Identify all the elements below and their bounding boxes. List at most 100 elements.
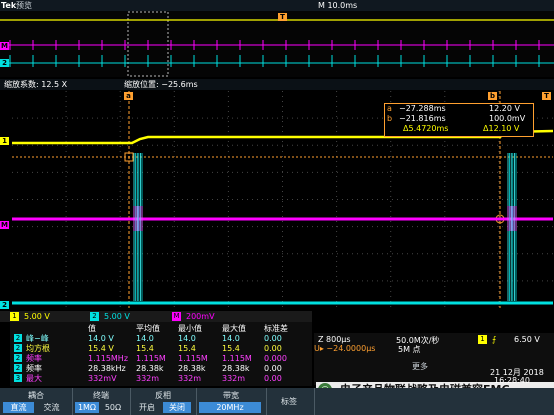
trigger-position-marker[interactable]: T (278, 13, 287, 21)
timebase-readout[interactable]: M 10.0ms (318, 0, 357, 11)
math-ground-marker[interactable]: M (0, 221, 9, 229)
top-status-bar: Tek 预览 M 10.0ms (0, 0, 554, 11)
measurement-cell: 0.00 (264, 374, 282, 383)
col-header-stddev: 标准差 (264, 324, 288, 333)
menu-bandwidth[interactable]: 带宽 20MHz (196, 388, 267, 415)
measurement-label: 均方根 (26, 344, 50, 353)
menu-option[interactable]: 20MHz (199, 402, 261, 413)
horizontal-offset: U▸ −24.0000μs (314, 344, 376, 353)
measurement-cell: 15.4 V (88, 344, 114, 353)
zoom-time-per-div: Z 800μs (318, 335, 351, 344)
measurement-cell: 332m (222, 374, 246, 383)
measurement-label: 频率 (26, 354, 42, 363)
ch2-overview-marker: 2 (0, 59, 9, 67)
ch1-scale[interactable]: 5.00 V (24, 311, 50, 322)
measurement-cell: 1.115M (178, 354, 208, 363)
math-badge[interactable]: M (172, 312, 181, 321)
cursor-readout-panel[interactable]: a −27.288ms 12.20 V b −21.816ms 100.0mV … (384, 103, 534, 137)
cursor-a-marker[interactable]: a (124, 92, 133, 100)
measurement-cell: 28.38k (136, 364, 164, 373)
measurement-source-badge: 2 (14, 354, 22, 362)
menu-option[interactable]: 开启 (133, 402, 161, 413)
ch2-scale[interactable]: 5.00 V (104, 311, 130, 322)
measurement-cell: 15.4 (136, 344, 154, 353)
menu-option[interactable]: 50Ω (101, 402, 125, 413)
trigger-marker[interactable]: T (542, 92, 551, 100)
menu-invert[interactable]: 反相开启 关闭 (130, 388, 197, 415)
trigger-slope-icon: ⨍ (492, 335, 497, 344)
menu-termination[interactable]: 终端 1MΩ 50Ω (72, 388, 131, 415)
measurement-table[interactable]: 值 平均值 最小值 最大值 标准差 2 峰−峰 14.0 V 14.0 14.0 14.0… (10, 322, 312, 386)
measurement-cell: 14.0 (222, 334, 240, 343)
measurement-source-badge: 2 (14, 334, 22, 342)
ch1-ground-marker[interactable]: 1 (0, 137, 9, 145)
measurement-cell: 15.4 (222, 344, 240, 353)
measurement-row[interactable]: 3 最大 332mV 332m 332m 332m 0.00 (10, 374, 312, 383)
ch2-ground-marker[interactable]: 2 (0, 301, 9, 309)
acquisition-info-panel[interactable]: Z 800μs U▸ −24.0000μs 50.0M次/秒 5M 点 1 ⨍ … (314, 333, 554, 385)
measurement-cell: 14.0 V (88, 334, 114, 343)
measurement-cell: 0.00 (264, 344, 282, 353)
ch2-badge[interactable]: 2 (90, 312, 99, 321)
cursor-b-marker[interactable]: b (488, 92, 497, 100)
measurement-row[interactable]: 2 均方根 15.4 V 15.4 15.4 15.4 0.00 (10, 344, 312, 353)
col-header-min: 最小值 (178, 324, 202, 333)
cursor-delta-time: Δ5.4720ms (403, 124, 449, 133)
measurement-label: 最大 (26, 374, 42, 383)
menu-label[interactable]: 标签 (266, 388, 315, 415)
cursor-a-time: −27.288ms (399, 104, 446, 113)
math-overview-marker: M (0, 42, 9, 50)
cursor-b-label: b (387, 114, 393, 123)
menu-option[interactable]: 直流 (3, 402, 34, 413)
measurement-source-badge: 2 (14, 344, 22, 352)
ch1-badge[interactable]: 1 (10, 312, 19, 321)
menu-option[interactable]: 关闭 (163, 402, 191, 413)
channel-menu-bar[interactable]: 耦合直流 交流 终端 1MΩ 50Ω 反相开启 关闭 带宽 20MHz 标签 (0, 388, 554, 415)
menu-title: 终端 (93, 391, 109, 400)
channel-scale-bar: 1 5.00 V 2 5.00 V M 200mV (0, 311, 312, 322)
trigger-level[interactable]: 6.50 V (514, 335, 540, 344)
trigger-source-badge[interactable]: 1 (478, 335, 487, 344)
measurement-cell: 15.4 (178, 344, 196, 353)
measurement-source-badge: 2 (14, 364, 22, 372)
measurement-cell: 332m (136, 374, 160, 383)
cursor-b-time: −21.816ms (399, 114, 446, 123)
cursor-a-value: 12.20 V (489, 104, 520, 113)
measurement-source-badge: 3 (14, 374, 22, 382)
measurement-cell: 0.000 (264, 354, 287, 363)
measurement-label: 峰−峰 (26, 334, 49, 343)
math-scale[interactable]: 200mV (186, 311, 215, 322)
menu-option[interactable]: 标签 (269, 396, 309, 407)
measurement-cell: 14.0 (136, 334, 154, 343)
more-button[interactable]: 更多 (412, 361, 428, 372)
cursor-delta-value: Δ12.10 V (483, 124, 520, 133)
menu-title: 耦合 (28, 391, 44, 400)
measurement-cell: 332m (178, 374, 202, 383)
menu-coupling[interactable]: 耦合直流 交流 (0, 388, 73, 415)
zoom-info-bar: 缩放系数: 12.5 X 缩放位置: −25.6ms (0, 79, 554, 90)
cursor-b-value: 100.0mV (489, 114, 526, 123)
zoom-factor: 缩放系数: 12.5 X (4, 80, 68, 89)
measurement-cell: 28.38k (222, 364, 250, 373)
cursor-a-label: a (387, 104, 392, 113)
menu-option[interactable]: 1MΩ (75, 402, 99, 413)
measurement-row[interactable]: 2 频率 28.38kHz 28.38k 28.38k 28.38k 0.00 (10, 364, 312, 373)
menu-title: 带宽 (223, 391, 239, 400)
menu-option[interactable]: 交流 (36, 402, 67, 413)
measurement-cell: 0.00 (264, 334, 282, 343)
menu-title: 反相 (155, 391, 171, 400)
measurement-row[interactable]: 2 峰−峰 14.0 V 14.0 14.0 14.0 0.00 (10, 334, 312, 343)
measurement-cell: 1.115M (222, 354, 252, 363)
measurement-cell: 28.38kHz (88, 364, 126, 373)
measurement-row[interactable]: 2 频率 1.115MHz 1.115M 1.115M 1.115M 0.000 (10, 354, 312, 363)
zoom-overview[interactable]: T M 2 (0, 11, 554, 77)
col-header-max: 最大值 (222, 324, 246, 333)
measurement-cell: 1.115MHz (88, 354, 129, 363)
measurement-cell: 28.38k (178, 364, 206, 373)
record-length: 5M 点 (398, 345, 421, 354)
measurement-cell: 1.115M (136, 354, 166, 363)
col-header-value: 值 (88, 324, 96, 333)
brand-logo: Tek (1, 1, 17, 10)
measurement-header-row: 值 平均值 最小值 最大值 标准差 (10, 324, 312, 333)
acquisition-mode: 预览 (16, 1, 32, 10)
